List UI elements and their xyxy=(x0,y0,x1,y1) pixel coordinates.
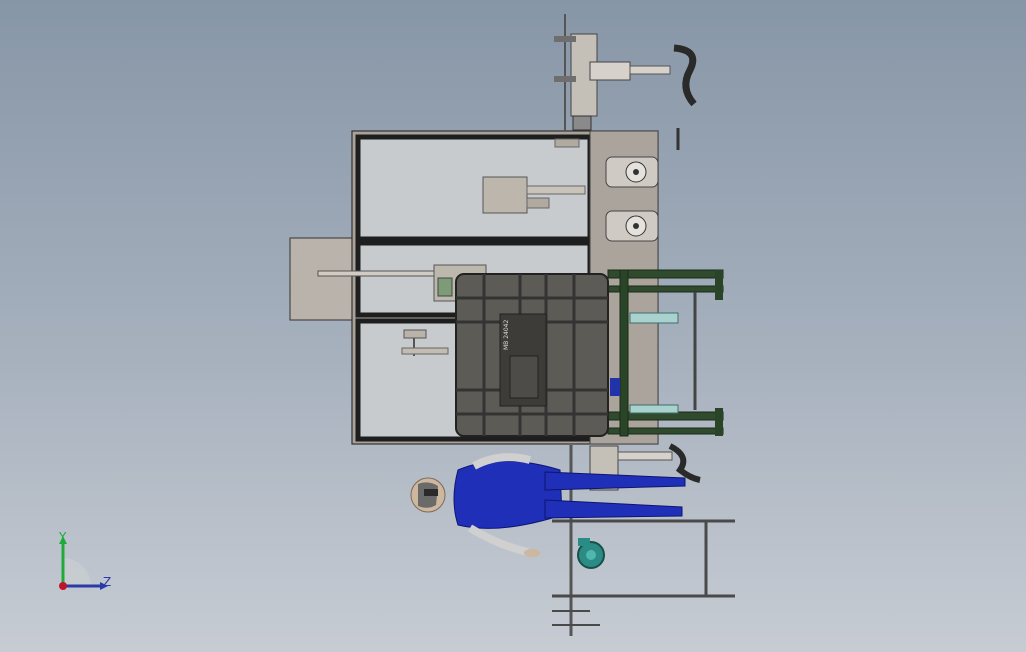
top-actuator xyxy=(589,61,631,81)
tank-label: MB 24042 xyxy=(503,320,510,350)
green-valve xyxy=(577,538,605,569)
inlet-chute xyxy=(289,237,357,321)
origin-dot xyxy=(59,582,67,590)
inner-box xyxy=(482,176,528,214)
y-axis-label: Y xyxy=(59,530,67,544)
cad-viewport[interactable]: MB 24042 Y Z xyxy=(0,0,1026,652)
pump-lower xyxy=(605,210,659,242)
support-stand xyxy=(552,519,735,626)
assembly-model[interactable]: MB 24042 xyxy=(0,0,1026,652)
inner-clamp xyxy=(526,197,550,209)
top-gripper xyxy=(673,44,697,107)
operator-figure xyxy=(410,453,686,557)
green-frame xyxy=(607,269,724,437)
ibc-tank: MB 24042 xyxy=(455,273,609,437)
lower-bar xyxy=(401,347,449,355)
inner-rod xyxy=(526,185,586,195)
lower-fitting xyxy=(403,329,427,339)
z-axis-label: Z xyxy=(103,575,112,589)
inner-bracket xyxy=(554,138,580,148)
pump-upper xyxy=(605,156,659,188)
blue-marker xyxy=(610,378,620,396)
control-indicator xyxy=(437,277,453,297)
